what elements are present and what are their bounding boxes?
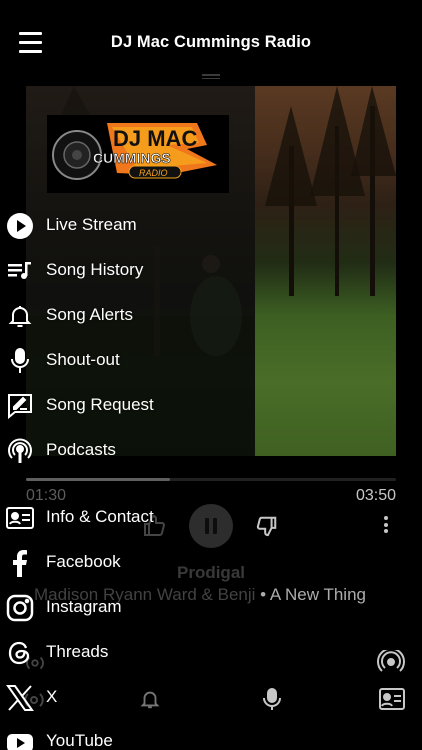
drawer-item-label: YouTube [46, 731, 113, 750]
microphone-icon [6, 347, 34, 375]
drawer-item-label: Song History [46, 260, 144, 279]
drawer-item-facebook[interactable]: Facebook [0, 540, 260, 584]
drawer-item-threads[interactable]: Threads [0, 630, 260, 674]
compose-icon [6, 392, 34, 420]
logo-text-cummings: CUMMINGS [93, 150, 171, 166]
drawer-item-label: Shout-out [46, 350, 120, 369]
drawer-item-label: Facebook [46, 552, 121, 571]
drawer-item-instagram[interactable]: Instagram [0, 585, 260, 629]
facebook-icon [6, 549, 34, 577]
podcast-icon [6, 437, 34, 465]
app-title: DJ Mac Cummings Radio [110, 33, 312, 51]
drawer-item-label: Podcasts [46, 440, 116, 459]
drawer-item-label: Song Alerts [46, 305, 133, 324]
drawer-item-label: Live Stream [46, 215, 137, 234]
drawer-item-song-alerts[interactable]: Song Alerts [0, 293, 260, 337]
youtube-icon [6, 728, 34, 750]
x-icon [6, 684, 34, 712]
drawer-item-info-contact[interactable]: Info & Contact [0, 495, 260, 539]
drawer-item-live-stream[interactable]: Live Stream [0, 203, 260, 247]
drawer-item-label: Song Request [46, 395, 154, 414]
drawer-item-podcasts[interactable]: Podcasts [0, 428, 260, 472]
drawer-item-label: Info & Contact [46, 507, 154, 526]
station-logo: DJ MAC CUMMINGS RADIO [47, 115, 229, 193]
drawer-item-song-history[interactable]: Song History [0, 248, 260, 292]
logo-text-dj-mac: DJ MAC [113, 126, 197, 151]
drawer-item-x[interactable]: X [0, 675, 260, 719]
drawer-item-shout-out[interactable]: Shout-out [0, 338, 260, 382]
drawer-item-label: Threads [46, 642, 109, 661]
contact-card-icon [6, 504, 34, 532]
drawer-item-label: Instagram [46, 597, 122, 616]
threads-icon [6, 639, 34, 667]
playlist-icon [6, 257, 34, 285]
bell-icon [6, 302, 34, 330]
drawer-item-label: X [46, 687, 58, 706]
app-header: DJ Mac Cummings Radio [0, 0, 422, 82]
drawer-item-song-request[interactable]: Song Request [0, 383, 260, 427]
drag-handle[interactable] [202, 74, 220, 79]
drawer-item-youtube[interactable]: YouTube [0, 719, 260, 750]
instagram-icon [6, 594, 34, 622]
logo-text-radio: RADIO [139, 168, 168, 178]
play-circle-icon [6, 212, 34, 240]
